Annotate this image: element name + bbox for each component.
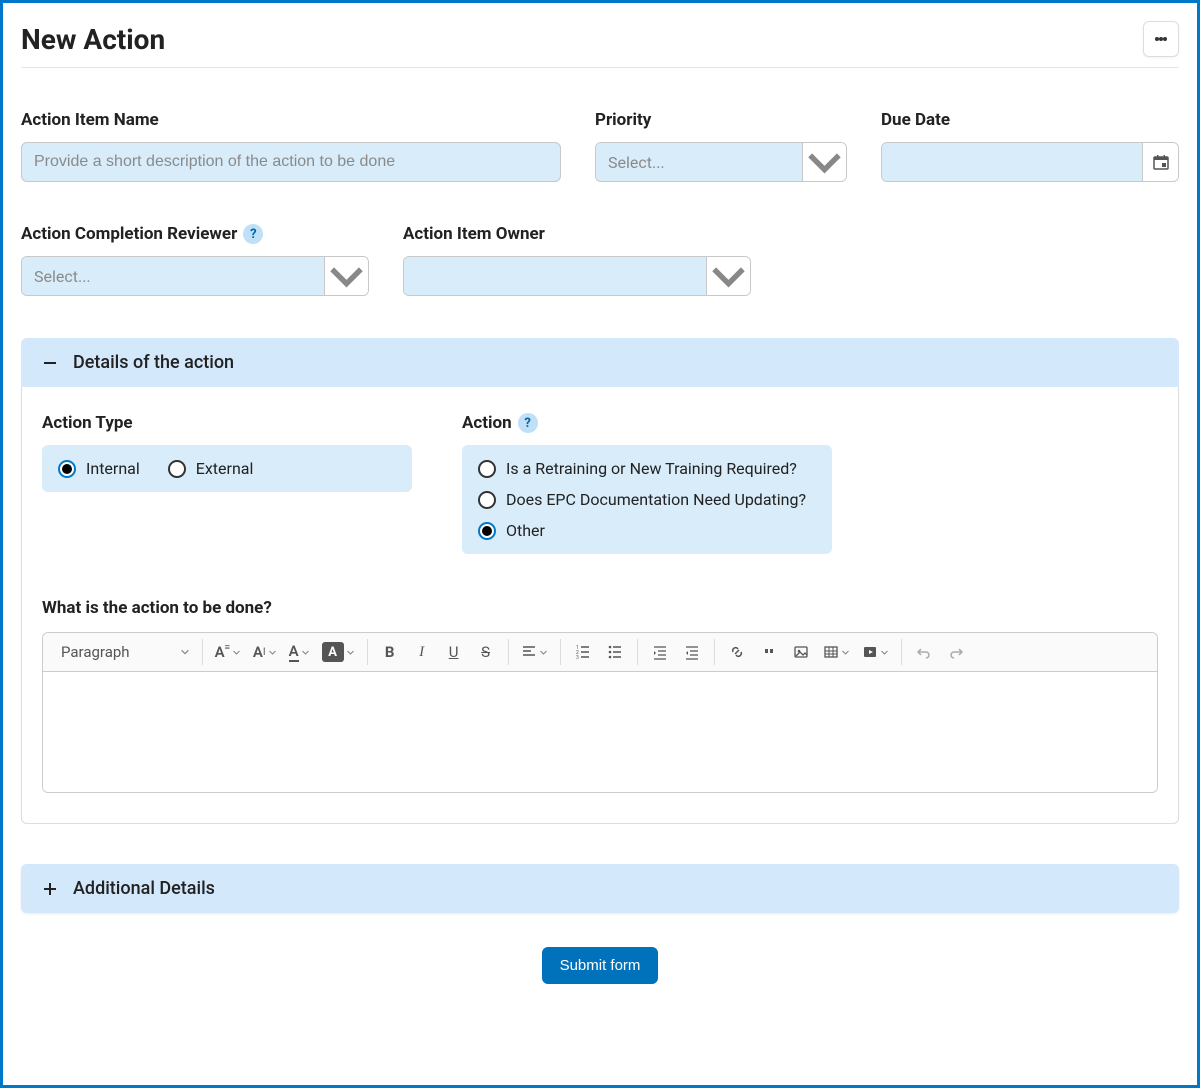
priority-label: Priority <box>595 110 847 130</box>
font-case-button[interactable]: AI <box>249 637 281 667</box>
chevron-down-icon <box>706 257 750 295</box>
help-icon[interactable]: ? <box>243 224 263 244</box>
table-button[interactable] <box>819 637 854 667</box>
additional-section: Additional Details <box>21 864 1179 913</box>
redo-button[interactable] <box>942 637 970 667</box>
undo-button[interactable] <box>910 637 938 667</box>
radio-epc-doc[interactable]: Does EPC Documentation Need Updating? <box>478 490 816 509</box>
action-item-name-label: Action Item Name <box>21 110 561 130</box>
details-section-header[interactable]: Details of the action <box>21 338 1179 387</box>
text-color-button[interactable]: A <box>285 637 314 667</box>
ordered-list-button[interactable]: 123 <box>569 637 597 667</box>
submit-row: Submit form <box>21 947 1179 984</box>
action-type-group: Internal External <box>42 445 412 492</box>
editor-label: What is the action to be done? <box>42 598 1158 618</box>
action-item-name-input[interactable] <box>21 142 561 182</box>
radio-icon <box>58 460 76 478</box>
strike-button[interactable]: S <box>472 637 500 667</box>
due-date-label: Due Date <box>881 110 1179 130</box>
calendar-icon <box>1142 143 1178 181</box>
highlight-button[interactable]: A <box>318 637 359 667</box>
outdent-button[interactable] <box>678 637 706 667</box>
chevron-down-icon <box>232 648 241 657</box>
details-section-title: Details of the action <box>73 352 234 373</box>
chevron-down-icon <box>802 143 846 181</box>
additional-section-header[interactable]: Additional Details <box>21 864 1179 913</box>
form-row-2: Action Completion Reviewer ? Select... A… <box>21 224 1179 296</box>
action-label: Action ? <box>462 413 832 433</box>
svg-text:3: 3 <box>576 655 579 660</box>
more-menu-button[interactable] <box>1143 21 1179 57</box>
additional-section-title: Additional Details <box>73 878 215 899</box>
align-button[interactable] <box>517 637 552 667</box>
indent-button[interactable] <box>646 637 674 667</box>
radio-icon <box>168 460 186 478</box>
radio-external[interactable]: External <box>168 459 254 478</box>
priority-select-value: Select... <box>596 143 802 181</box>
owner-select[interactable] <box>403 256 751 296</box>
chevron-down-icon <box>180 647 190 657</box>
paragraph-select[interactable]: Paragraph <box>51 637 200 667</box>
editor-content[interactable] <box>43 672 1157 792</box>
page-header: New Action <box>21 21 1179 68</box>
reviewer-select-value: Select... <box>22 257 324 295</box>
link-button[interactable] <box>723 637 751 667</box>
editor-toolbar: Paragraph A≡ AI A A B I U <box>43 633 1157 672</box>
minus-icon <box>41 354 59 372</box>
radio-icon <box>478 522 496 540</box>
owner-label: Action Item Owner <box>403 224 751 244</box>
bold-button[interactable]: B <box>376 637 404 667</box>
chevron-down-icon <box>841 648 850 657</box>
priority-select[interactable]: Select... <box>595 142 847 182</box>
image-button[interactable] <box>787 637 815 667</box>
details-section: Details of the action Action Type Intern… <box>21 338 1179 824</box>
due-date-input[interactable] <box>881 142 1179 182</box>
radio-icon <box>478 491 496 509</box>
radio-other[interactable]: Other <box>478 521 816 540</box>
quote-button[interactable] <box>755 637 783 667</box>
reviewer-label: Action Completion Reviewer ? <box>21 224 369 244</box>
chevron-down-icon <box>346 648 355 657</box>
underline-button[interactable]: U <box>440 637 468 667</box>
plus-icon <box>41 880 59 898</box>
bullet-list-button[interactable] <box>601 637 629 667</box>
chevron-down-icon <box>880 648 889 657</box>
radio-icon <box>478 460 496 478</box>
form-row-1: Action Item Name Priority Select... Due … <box>21 110 1179 182</box>
italic-button[interactable]: I <box>408 637 436 667</box>
action-group: Is a Retraining or New Training Required… <box>462 445 832 554</box>
owner-select-value <box>404 257 706 295</box>
radio-internal[interactable]: Internal <box>58 459 140 478</box>
help-icon[interactable]: ? <box>518 413 538 433</box>
reviewer-select[interactable]: Select... <box>21 256 369 296</box>
rich-text-editor: Paragraph A≡ AI A A B I U <box>42 632 1158 793</box>
chevron-down-icon <box>324 257 368 295</box>
media-button[interactable] <box>858 637 893 667</box>
chevron-down-icon <box>301 648 310 657</box>
submit-button[interactable]: Submit form <box>542 947 659 984</box>
radio-retraining[interactable]: Is a Retraining or New Training Required… <box>478 459 816 478</box>
action-type-label: Action Type <box>42 413 412 433</box>
page-title: New Action <box>21 23 165 56</box>
chevron-down-icon <box>539 648 548 657</box>
font-size-button[interactable]: A≡ <box>211 637 245 667</box>
chevron-down-icon <box>268 648 277 657</box>
